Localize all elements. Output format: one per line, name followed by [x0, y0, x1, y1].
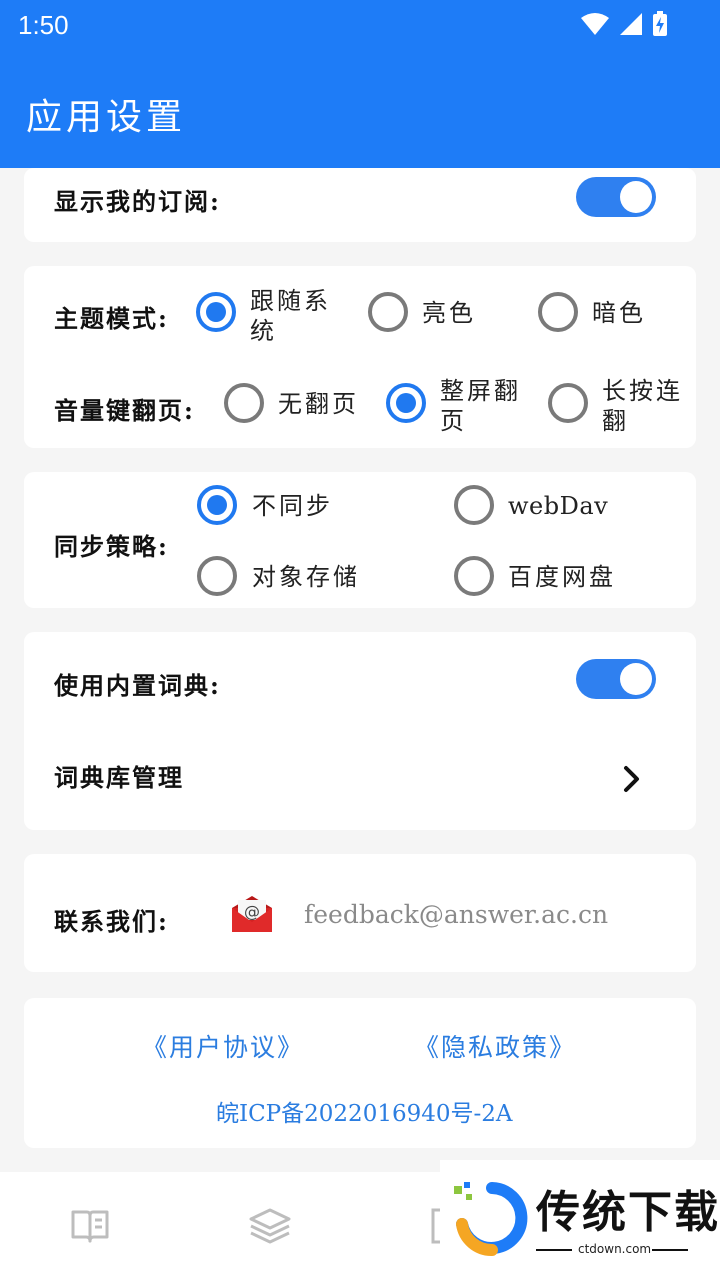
volume-radio-none[interactable] — [224, 383, 264, 423]
cellular-signal-icon — [620, 13, 642, 35]
sync-radio-none[interactable] — [197, 485, 237, 525]
user-agreement-link[interactable]: 《用户协议》 — [142, 1028, 304, 1064]
watermark-logo-icon — [454, 1182, 528, 1256]
volume-option-none: 无翻页 — [278, 390, 359, 418]
book-icon[interactable] — [70, 1208, 110, 1244]
volume-option-full-screen: 整屏翻页 — [440, 377, 521, 435]
page-title: 应用设置 — [26, 97, 187, 138]
builtin-dictionary-label: 使用内置词典: — [54, 671, 221, 700]
sync-radio-baidu-netdisk[interactable] — [454, 556, 494, 596]
watermark-line-right — [652, 1249, 688, 1251]
sync-option-webdav: webDav — [508, 492, 609, 520]
theme-radio-follow-system[interactable] — [196, 292, 236, 332]
privacy-policy-link[interactable]: 《隐私政策》 — [414, 1028, 576, 1064]
watermark-line-left — [536, 1249, 572, 1251]
sync-radio-object-storage[interactable] — [197, 556, 237, 596]
theme-option-dark: 暗色 — [592, 299, 646, 327]
theme-radio-light[interactable] — [368, 292, 408, 332]
theme-radio-dark[interactable] — [538, 292, 578, 332]
theme-label: 主题模式: — [54, 304, 169, 333]
sync-label: 同步策略: — [54, 532, 169, 561]
app-bar: 应用设置 — [0, 50, 720, 168]
layers-icon[interactable] — [248, 1206, 292, 1246]
contact-card: 联系我们: @ feedback@answer.ac.cn — [24, 854, 696, 972]
dictionary-manage-row[interactable]: 词典库管理 — [24, 732, 696, 812]
volume-key-label: 音量键翻页: — [54, 396, 195, 425]
volume-option-long-press: 长按连翻 — [602, 377, 683, 435]
site-watermark: 传统下载 ctdown.com — [440, 1160, 720, 1270]
contact-email-link[interactable]: feedback@answer.ac.cn — [304, 900, 608, 929]
subscription-toggle[interactable] — [576, 177, 656, 217]
status-bar: 1:50 — [0, 0, 720, 50]
dictionary-card: 使用内置词典: 词典库管理 — [24, 632, 696, 830]
display-settings-card: 主题模式: 跟随系统 亮色 暗色 音量键翻页: 无翻页 整屏翻页 长按连翻 — [24, 266, 696, 448]
subscription-card: 显示我的订阅: — [24, 168, 696, 242]
sync-option-object-storage: 对象存储 — [252, 563, 360, 591]
chevron-right-icon — [624, 766, 639, 792]
builtin-dictionary-toggle[interactable] — [576, 659, 656, 699]
sync-option-baidu-netdisk: 百度网盘 — [508, 563, 616, 591]
volume-radio-long-press[interactable] — [548, 383, 588, 423]
subscription-label: 显示我的订阅: — [54, 187, 221, 216]
contact-label: 联系我们: — [54, 907, 169, 936]
sync-card: 同步策略: 不同步 webDav 对象存储 百度网盘 — [24, 472, 696, 608]
dictionary-manage-label: 词典库管理 — [54, 763, 184, 792]
sync-radio-webdav[interactable] — [454, 485, 494, 525]
theme-option-follow-system: 跟随系统 — [250, 287, 331, 345]
volume-radio-full-screen[interactable] — [386, 383, 426, 423]
mail-envelope-icon: @ — [232, 896, 272, 932]
legal-card: 《用户协议》 《隐私政策》 皖ICP备2022016940号-2A — [24, 998, 696, 1148]
icp-record-link[interactable]: 皖ICP备2022016940号-2A — [216, 1094, 513, 1128]
watermark-url: ctdown.com — [578, 1242, 652, 1256]
wifi-icon — [581, 13, 609, 35]
status-time: 1:50 — [18, 10, 69, 40]
battery-charging-icon — [653, 11, 667, 36]
watermark-text: 传统下载 — [536, 1187, 720, 1238]
theme-option-light: 亮色 — [422, 299, 476, 327]
sync-option-none: 不同步 — [252, 492, 333, 520]
